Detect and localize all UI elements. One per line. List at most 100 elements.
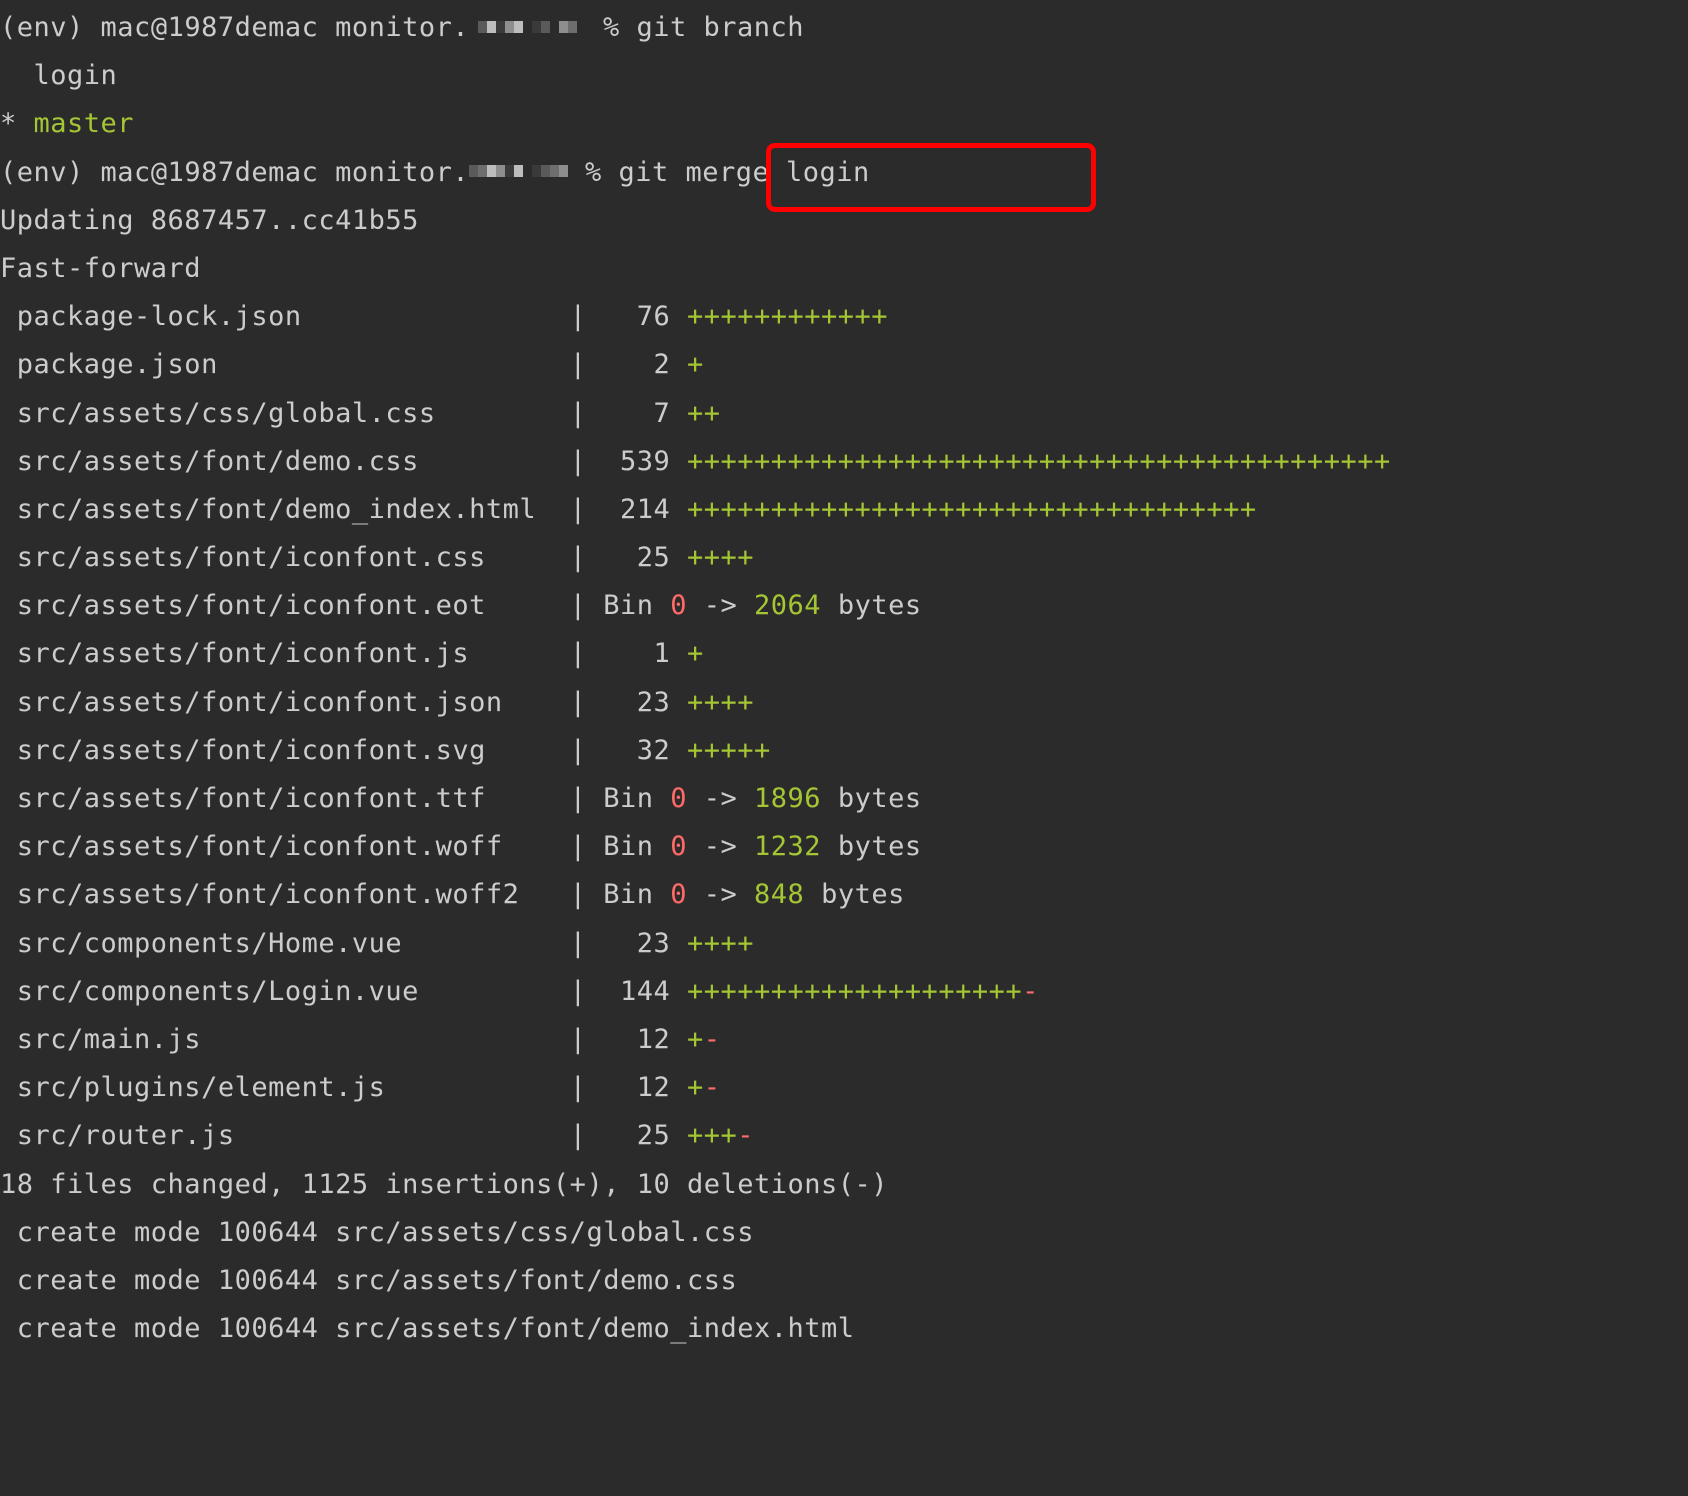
binary-arrow: -> — [687, 879, 755, 911]
prompt-path: monitor. — [335, 12, 470, 43]
file-stat-row: src/assets/font/demo_index.html | 214 ++… — [0, 486, 1688, 534]
binary-from-bytes: 0 — [670, 590, 687, 622]
file-stat-row: src/assets/font/iconfont.woff2 | Bin 0 -… — [0, 871, 1688, 919]
file-path: src/assets/font/iconfont.js — [0, 638, 570, 670]
insertion-bar: + — [686, 1072, 704, 1104]
stat-separator: | — [569, 1120, 604, 1152]
stat-separator: | — [569, 686, 604, 718]
insertion-bar: ++++ — [686, 686, 755, 718]
file-stat-row: src/assets/font/iconfont.css | 25 ++++ — [0, 534, 1688, 582]
file-stat-row: src/assets/font/demo.css | 539 +++++++++… — [0, 438, 1688, 486]
stat-separator: | — [569, 734, 604, 766]
insertion-bar: ++++++++++++++++++++ — [686, 975, 1023, 1007]
file-path: src/assets/font/iconfont.woff — [0, 831, 570, 863]
binary-label: Bin — [603, 783, 671, 814]
create-mode-row: create mode 100644 src/assets/font/demo.… — [0, 1264, 738, 1296]
change-count: 12 — [603, 1072, 687, 1104]
file-path: package-lock.json — [0, 301, 570, 333]
file-path: src/assets/font/iconfont.svg — [0, 734, 570, 766]
stat-separator: | — [569, 879, 604, 911]
binary-arrow: -> — [687, 831, 755, 863]
branch-name-login: login — [33, 60, 118, 92]
stat-separator: | — [569, 301, 604, 333]
change-count: 76 — [603, 301, 687, 333]
create-mode-row: create mode 100644 src/assets/font/demo_… — [0, 1313, 855, 1345]
change-count: 7 — [603, 397, 687, 429]
insertion-bar: ++++++++++++++++++++++++++++++++++++++++… — [686, 445, 1391, 477]
file-stat-row: src/assets/css/global.css | 7 ++ — [0, 390, 1688, 438]
branch-item-master: * master — [0, 100, 1688, 148]
binary-bytes-label: bytes — [821, 590, 922, 622]
file-path: src/plugins/element.js — [0, 1072, 570, 1104]
binary-from-bytes: 0 — [670, 831, 687, 863]
file-path: src/assets/font/demo_index.html — [0, 493, 570, 525]
stat-separator: | — [569, 783, 604, 814]
insertion-bar: ++ — [686, 397, 721, 429]
insertion-bar: + — [686, 349, 704, 381]
binary-from-bytes: 0 — [670, 783, 687, 814]
stat-separator: | — [569, 445, 604, 477]
file-stat-row: src/assets/font/iconfont.ttf | Bin 0 -> … — [0, 775, 1688, 823]
file-stat-row: src/assets/font/iconfont.json | 23 ++++ — [0, 679, 1688, 727]
file-path: src/assets/font/iconfont.eot — [0, 590, 570, 622]
binary-to-bytes: 1896 — [754, 783, 822, 814]
summary-line: 18 files changed, 1125 insertions(+), 10… — [0, 1168, 889, 1200]
stat-separator: | — [569, 927, 604, 959]
change-count: 144 — [603, 975, 687, 1007]
prompt-line-merge: (env) mac@1987demac monitor. % git merge… — [0, 149, 1688, 197]
binary-bytes-label: bytes — [804, 879, 905, 911]
insertion-bar: +++ — [686, 1120, 738, 1152]
stat-separator: | — [569, 542, 604, 574]
stat-separator: | — [569, 590, 604, 622]
prompt-user-host: mac@1987demac — [100, 12, 319, 43]
binary-to-bytes: 2064 — [754, 590, 822, 622]
file-stat-row: package-lock.json | 76 ++++++++++++ — [0, 293, 1688, 341]
stat-separator: | — [569, 397, 604, 429]
stat-separator: | — [569, 638, 604, 670]
change-count: 32 — [603, 734, 687, 766]
file-path: src/main.js — [0, 1023, 570, 1055]
file-stat-row: src/router.js | 25 +++- — [0, 1112, 1688, 1160]
binary-label: Bin — [603, 590, 671, 622]
prompt-symbol: % — [602, 12, 620, 43]
change-count: 25 — [603, 542, 687, 574]
deletion-bar: - — [703, 1072, 721, 1104]
file-path: src/assets/font/iconfont.css — [0, 542, 570, 574]
terminal-window[interactable]: (env) mac@1987demac monitor. % git branc… — [0, 0, 1688, 1496]
stat-separator: | — [569, 1072, 604, 1104]
file-path: src/assets/font/iconfont.ttf — [0, 783, 570, 814]
insertion-bar: + — [686, 1023, 704, 1055]
change-count: 539 — [603, 445, 687, 477]
binary-from-bytes: 0 — [670, 879, 687, 911]
fast-forward-line: Fast-forward — [0, 252, 202, 284]
current-branch-marker: * — [0, 108, 17, 140]
create-mode-list: create mode 100644 src/assets/css/global… — [0, 1209, 1688, 1354]
insertion-bar: ++++++++++++++++++++++++++++++++++ — [686, 493, 1257, 525]
file-path: src/assets/font/iconfont.json — [0, 686, 570, 718]
deletion-bar: - — [703, 1023, 721, 1055]
file-path: src/assets/font/iconfont.woff2 — [0, 879, 570, 911]
change-count: 2 — [603, 349, 687, 381]
create-mode-row: create mode 100644 src/assets/css/global… — [0, 1216, 754, 1248]
binary-bytes-label: bytes — [821, 831, 922, 863]
stat-separator: | — [569, 349, 604, 381]
redacted-path-segment — [469, 147, 569, 195]
redacted-path-segment — [469, 2, 586, 50]
change-count: 23 — [603, 927, 687, 959]
change-count: 214 — [603, 493, 687, 525]
prompt-env: (env) — [0, 156, 84, 188]
binary-arrow: -> — [687, 783, 755, 814]
stat-separator: | — [569, 831, 604, 863]
file-stat-row: src/components/Home.vue | 23 ++++ — [0, 920, 1688, 968]
terminal-output: (env) mac@1987demac monitor. % git branc… — [0, 4, 1688, 1353]
binary-label: Bin — [603, 831, 671, 863]
insertion-bar: ++++ — [686, 927, 755, 959]
branch-name-master: master — [33, 108, 135, 140]
stat-separator: | — [569, 493, 604, 525]
insertion-bar: ++++ — [686, 542, 755, 574]
file-stat-row: package.json | 2 + — [0, 341, 1688, 389]
file-path: src/router.js — [0, 1120, 570, 1152]
insertion-bar: + — [686, 638, 704, 670]
binary-to-bytes: 1232 — [754, 831, 822, 863]
command-git-merge: git merge login — [618, 156, 870, 188]
